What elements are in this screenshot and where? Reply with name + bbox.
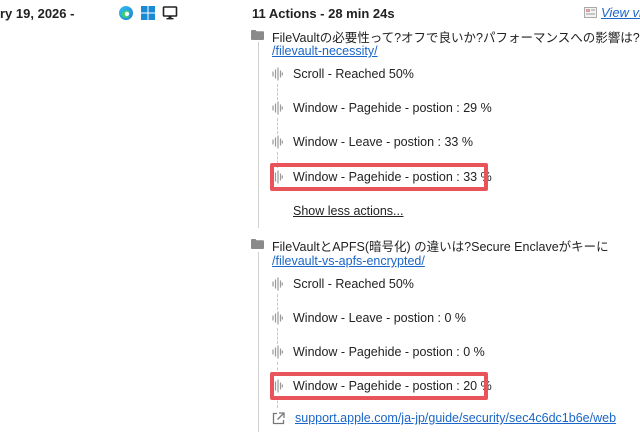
action-row: Window - Leave - postion : 33 % [272,132,473,152]
desktop-icon [162,5,178,21]
folder-icon [251,239,264,249]
timeline-line [258,252,259,432]
activity-wave-icon [272,67,283,81]
view-visit-link-group[interactable]: View vis [584,5,640,20]
external-link[interactable]: support.apple.com/ja-jp/guide/security/s… [295,411,616,425]
edge-icon [118,5,134,21]
action-label: Window - Leave - postion : 33 % [293,135,473,149]
action-row: Scroll - Reached 50% [272,274,414,294]
action-row: Window - Pagehide - postion : 29 % [272,98,492,118]
external-link-row[interactable]: support.apple.com/ja-jp/guide/security/s… [272,411,616,425]
action-label: Window - Leave - postion : 0 % [293,311,466,325]
timeline-line [258,42,259,228]
action-row: Window - Leave - postion : 0 % [272,308,466,328]
folder-icon [251,30,264,40]
page-view-icon [584,7,597,18]
activity-wave-icon [272,311,283,325]
environment-icons [118,5,178,21]
highlight-box [270,163,488,191]
action-label: Scroll - Reached 50% [293,67,414,81]
windows-icon [140,5,156,21]
highlight-box [270,372,488,400]
page-path-link[interactable]: /filevault-vs-apfs-encrypted/ [272,254,425,268]
external-link-icon [272,411,285,425]
page-path-link[interactable]: /filevault-necessity/ [272,44,378,58]
action-row: Scroll - Reached 50% [272,64,414,84]
view-visit-link[interactable]: View vis [601,5,640,20]
action-label: Scroll - Reached 50% [293,277,414,291]
activity-wave-icon [272,345,283,359]
activity-wave-icon [272,101,283,115]
activity-wave-icon [272,135,283,149]
session-summary: 11 Actions - 28 min 24s [252,6,395,21]
activity-wave-icon [272,277,283,291]
page-title: FileVaultとAPFS(暗号化) の違いは?Secure Enclaveが… [272,240,609,254]
show-less-actions-link[interactable]: Show less actions... [293,204,403,218]
action-label: Window - Pagehide - postion : 29 % [293,101,492,115]
action-label: Window - Pagehide - postion : 0 % [293,345,485,359]
session-date: ry 19, 2026 - [0,6,75,21]
action-row: Window - Pagehide - postion : 0 % [272,342,485,362]
